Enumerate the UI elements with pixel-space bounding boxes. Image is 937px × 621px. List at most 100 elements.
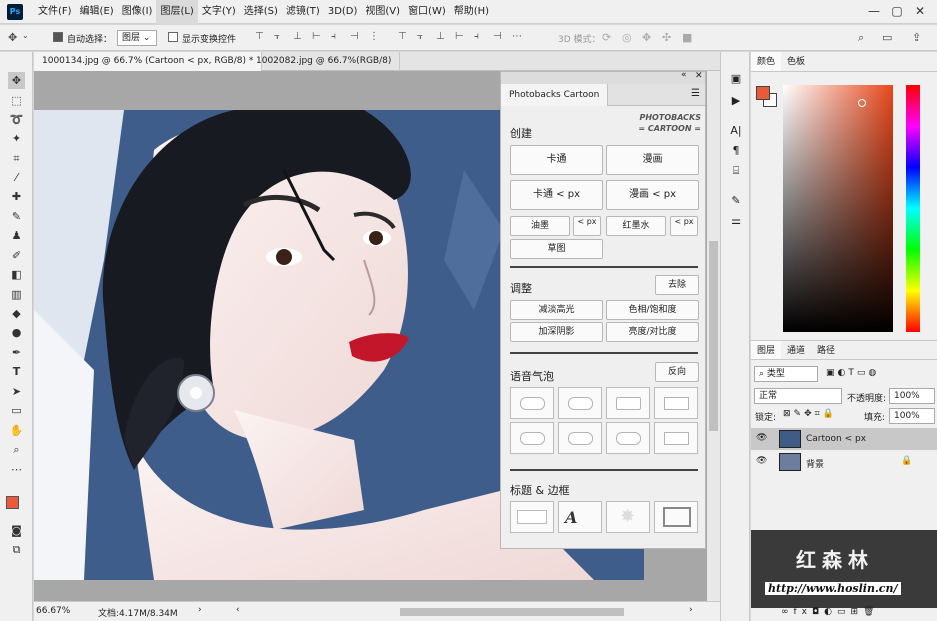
horizontal-scroll-thumb[interactable] <box>400 608 624 616</box>
status-arrow-icon[interactable]: › <box>198 605 202 615</box>
tab-swatches[interactable]: 色板 <box>781 52 811 71</box>
layer-row[interactable]: 👁 背景 🔒 <box>751 451 937 473</box>
speech-bubble-button[interactable] <box>654 387 698 419</box>
remove-button[interactable]: 去除 <box>655 275 699 295</box>
show-transform-checkbox[interactable] <box>168 32 178 43</box>
paragraph-icon[interactable]: ¶ <box>729 144 743 158</box>
brush-settings-icon[interactable]: ✎ <box>729 194 743 208</box>
red-ink-px-button[interactable]: < px <box>670 216 698 236</box>
brush-tool-icon[interactable]: ✎ <box>8 208 25 225</box>
menu-item[interactable]: 图层(L) <box>156 0 198 24</box>
speech-bubble-button[interactable] <box>558 387 602 419</box>
oil-px-button[interactable]: < px <box>573 216 601 236</box>
tab-paths[interactable]: 路径 <box>811 341 841 359</box>
reverse-button[interactable]: 反向 <box>655 362 699 382</box>
quick-mask-icon[interactable]: ◙ <box>8 522 25 539</box>
eraser-tool-icon[interactable]: ◧ <box>8 266 25 283</box>
plugin-tab[interactable]: Photobacks Cartoon <box>501 84 609 106</box>
speech-bubble-button[interactable] <box>654 422 698 454</box>
title-frame-border-button[interactable] <box>654 501 698 533</box>
glyphs-icon[interactable]: ⌸ <box>729 164 743 178</box>
move-tool-icon[interactable]: ✥ <box>8 72 25 89</box>
speech-bubble-button[interactable] <box>606 387 650 419</box>
cartoon-px-button[interactable]: 卡通 < px <box>510 180 603 210</box>
lock-icons[interactable]: ⊠✎✥⌗🔒 <box>783 409 837 419</box>
align-icon[interactable]: ⫞ <box>331 31 336 42</box>
speech-bubble-button[interactable] <box>558 422 602 454</box>
layer-filter-dropdown[interactable]: ⌕ 类型 <box>754 366 818 382</box>
align-icon[interactable]: ⊤ <box>398 31 407 42</box>
align-icon[interactable]: ⊥ <box>293 31 302 42</box>
close-button[interactable]: ✕ <box>908 0 932 22</box>
hue-saturation-button[interactable]: 色相/饱和度 <box>606 300 699 320</box>
adjustments-icon[interactable]: ⚌ <box>729 214 743 228</box>
color-field[interactable] <box>783 85 893 332</box>
share-icon[interactable]: ⇪ <box>912 31 921 44</box>
align-icon[interactable]: ⊣ <box>493 31 502 42</box>
layer-row[interactable]: 👁 Cartoon < px <box>751 428 937 450</box>
scroll-left-icon[interactable]: ‹ <box>236 605 240 615</box>
color-fg-swatch[interactable] <box>756 86 770 100</box>
maximize-button[interactable]: ▢ <box>885 0 909 22</box>
type-tool-icon[interactable]: T <box>8 363 25 380</box>
speech-bubble-button[interactable] <box>510 422 554 454</box>
tab-layers[interactable]: 图层 <box>751 341 782 359</box>
3d-pan-icon[interactable]: ✥ <box>642 31 651 44</box>
menu-item[interactable]: 图像(I) <box>118 0 157 24</box>
align-icon[interactable]: ⋯ <box>512 31 522 42</box>
menu-item[interactable]: 选择(S) <box>240 0 282 24</box>
sketch-button[interactable]: 草图 <box>510 239 603 259</box>
panel-menu-icon[interactable]: ☰ <box>691 88 700 99</box>
dodge-highlights-button[interactable]: 减淡高光 <box>510 300 603 320</box>
pen-tool-icon[interactable]: ✒ <box>8 344 25 361</box>
layer-footer-icons[interactable]: ∞fx◘◐▭⊞🗑 <box>781 607 879 617</box>
vertical-scrollbar[interactable] <box>707 71 720 601</box>
magic-wand-tool-icon[interactable]: ✦ <box>8 130 25 147</box>
tab-color[interactable]: 颜色 <box>751 52 782 71</box>
align-icon[interactable]: ⋮ <box>369 31 379 42</box>
workspace-icon[interactable]: ▭ <box>882 31 892 44</box>
menu-item[interactable]: 视图(V) <box>361 0 404 24</box>
menu-item[interactable]: 滤镜(T) <box>282 0 324 24</box>
title-frame-script-button[interactable]: A <box>558 501 602 533</box>
menu-item[interactable]: 文件(F) <box>34 0 76 24</box>
opacity-input[interactable]: 100% <box>889 388 935 404</box>
align-icon[interactable]: ⊤ <box>255 31 264 42</box>
visibility-eye-icon[interactable]: 👁 <box>756 433 767 443</box>
visibility-eye-icon[interactable]: 👁 <box>756 456 767 466</box>
minimize-button[interactable]: — <box>862 0 886 22</box>
tab-channels[interactable]: 通道 <box>781 341 811 359</box>
blur-tool-icon[interactable]: ◆ <box>8 305 25 322</box>
character-icon[interactable]: A| <box>729 124 743 138</box>
fill-input[interactable]: 100% <box>889 408 935 424</box>
menu-item[interactable]: 编辑(E) <box>76 0 118 24</box>
burn-shadows-button[interactable]: 加深阴影 <box>510 322 603 342</box>
align-icon[interactable]: ⫟ <box>274 31 280 42</box>
play-icon[interactable]: ▶ <box>729 94 743 108</box>
more-tools-icon[interactable]: ⋯ <box>8 461 25 478</box>
chevron-down-icon[interactable]: ⌄ <box>22 31 29 40</box>
align-icon[interactable]: ⫟ <box>417 31 423 42</box>
gradient-tool-icon[interactable]: ▥ <box>8 286 25 303</box>
crop-tool-icon[interactable]: ⌗ <box>8 150 25 167</box>
oil-ink-button[interactable]: 油墨 <box>510 216 570 236</box>
healing-tool-icon[interactable]: ✚ <box>8 188 25 205</box>
doc-tab-2[interactable]: 1002082.jpg @ 66.7%(RGB/8) <box>248 52 401 71</box>
history-brush-icon[interactable]: ✐ <box>8 247 25 264</box>
panel-toggle-icon[interactable]: ▣ <box>729 72 743 86</box>
scroll-right-icon[interactable]: › <box>689 605 693 615</box>
path-select-icon[interactable]: ➤ <box>8 383 25 400</box>
align-icon[interactable]: ⫞ <box>474 31 479 42</box>
auto-select-checkbox[interactable] <box>53 32 63 43</box>
eyedropper-tool-icon[interactable]: ⁄ <box>8 169 25 186</box>
doc-tab-1[interactable]: 1000134.jpg @ 66.7% (Cartoon < px, RGB/8… <box>34 52 263 71</box>
shape-tool-icon[interactable]: ▭ <box>8 402 25 419</box>
title-frame-burst-button[interactable]: ✸ <box>606 501 650 533</box>
marquee-tool-icon[interactable]: ⬚ <box>8 92 25 109</box>
align-icon[interactable]: ⊣ <box>350 31 359 42</box>
speech-bubble-button[interactable] <box>510 387 554 419</box>
dodge-tool-icon[interactable]: ● <box>8 324 25 341</box>
title-frame-plain-button[interactable] <box>510 501 554 533</box>
blend-mode-dropdown[interactable]: 正常 <box>754 388 842 404</box>
hand-tool-icon[interactable]: ✋ <box>8 422 25 439</box>
